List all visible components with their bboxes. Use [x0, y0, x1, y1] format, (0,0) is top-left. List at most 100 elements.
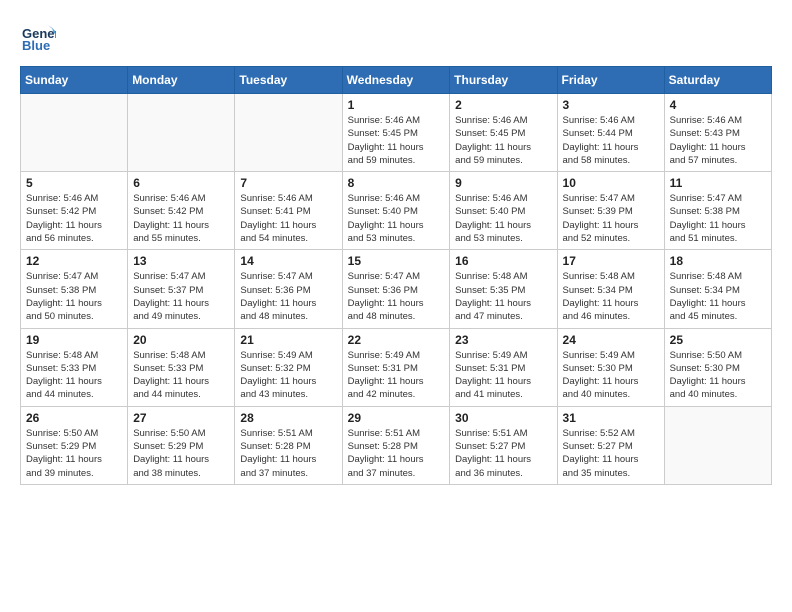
day-number: 28: [240, 411, 336, 425]
day-info: Sunrise: 5:46 AM Sunset: 5:43 PM Dayligh…: [670, 114, 766, 167]
weekday-header-monday: Monday: [128, 67, 235, 94]
calendar-week-row: 5 Sunrise: 5:46 AM Sunset: 5:42 PM Daylig…: [21, 172, 772, 250]
day-info: Sunrise: 5:46 AM Sunset: 5:41 PM Dayligh…: [240, 192, 336, 245]
weekday-header-tuesday: Tuesday: [235, 67, 342, 94]
weekday-header-saturday: Saturday: [664, 67, 771, 94]
day-number: 15: [348, 254, 445, 268]
calendar-cell: 2 Sunrise: 5:46 AM Sunset: 5:45 PM Daylig…: [450, 94, 557, 172]
calendar-cell: 5 Sunrise: 5:46 AM Sunset: 5:42 PM Daylig…: [21, 172, 128, 250]
day-number: 19: [26, 333, 122, 347]
calendar-cell: 23Sunrise: 5:49 AM Sunset: 5:31 PM Dayli…: [450, 328, 557, 406]
day-number: 31: [563, 411, 659, 425]
day-info: Sunrise: 5:51 AM Sunset: 5:27 PM Dayligh…: [455, 427, 551, 480]
day-number: 20: [133, 333, 229, 347]
day-info: Sunrise: 5:49 AM Sunset: 5:32 PM Dayligh…: [240, 349, 336, 402]
day-info: Sunrise: 5:46 AM Sunset: 5:40 PM Dayligh…: [348, 192, 445, 245]
weekday-header-friday: Friday: [557, 67, 664, 94]
calendar-cell: 19 Sunrise: 5:48 AM Sunset: 5:33 PM Dayli…: [21, 328, 128, 406]
logo: General Blue: [20, 20, 60, 56]
calendar-cell: 12 Sunrise: 5:47 AM Sunset: 5:38 PM Dayli…: [21, 250, 128, 328]
weekday-header-wednesday: Wednesday: [342, 67, 450, 94]
calendar-cell: 22 Sunrise: 5:49 AM Sunset: 5:31 PM Dayli…: [342, 328, 450, 406]
calendar-cell: 27 Sunrise: 5:50 AM Sunset: 5:29 PM Dayli…: [128, 406, 235, 484]
calendar-cell: [664, 406, 771, 484]
day-number: 6: [133, 176, 229, 190]
calendar-cell: 24 Sunrise: 5:49 AM Sunset: 5:30 PM Dayli…: [557, 328, 664, 406]
day-info: Sunrise: 5:47 AM Sunset: 5:38 PM Dayligh…: [670, 192, 766, 245]
weekday-header-row: SundayMondayTuesdayWednesdayThursdayFrid…: [21, 67, 772, 94]
calendar-week-row: 26 Sunrise: 5:50 AM Sunset: 5:29 PM Dayli…: [21, 406, 772, 484]
day-info: Sunrise: 5:48 AM Sunset: 5:34 PM Dayligh…: [670, 270, 766, 323]
day-number: 29: [348, 411, 445, 425]
day-info: Sunrise: 5:47 AM Sunset: 5:39 PM Dayligh…: [563, 192, 659, 245]
day-info: Sunrise: 5:48 AM Sunset: 5:33 PM Dayligh…: [133, 349, 229, 402]
day-number: 1: [348, 98, 445, 112]
calendar-cell: 16 Sunrise: 5:48 AM Sunset: 5:35 PM Dayli…: [450, 250, 557, 328]
calendar-cell: 14 Sunrise: 5:47 AM Sunset: 5:36 PM Dayli…: [235, 250, 342, 328]
day-number: 14: [240, 254, 336, 268]
logo-icon: General Blue: [20, 20, 56, 56]
calendar-cell: 26 Sunrise: 5:50 AM Sunset: 5:29 PM Dayli…: [21, 406, 128, 484]
calendar-cell: 8 Sunrise: 5:46 AM Sunset: 5:40 PM Daylig…: [342, 172, 450, 250]
day-info: Sunrise: 5:46 AM Sunset: 5:40 PM Dayligh…: [455, 192, 551, 245]
day-info: Sunrise: 5:49 AM Sunset: 5:31 PM Dayligh…: [348, 349, 445, 402]
weekday-header-sunday: Sunday: [21, 67, 128, 94]
calendar-cell: 9Sunrise: 5:46 AM Sunset: 5:40 PM Daylig…: [450, 172, 557, 250]
calendar-week-row: 1 Sunrise: 5:46 AM Sunset: 5:45 PM Daylig…: [21, 94, 772, 172]
day-number: 7: [240, 176, 336, 190]
day-number: 11: [670, 176, 766, 190]
day-number: 24: [563, 333, 659, 347]
day-info: Sunrise: 5:51 AM Sunset: 5:28 PM Dayligh…: [240, 427, 336, 480]
day-info: Sunrise: 5:47 AM Sunset: 5:38 PM Dayligh…: [26, 270, 122, 323]
calendar-cell: 1 Sunrise: 5:46 AM Sunset: 5:45 PM Daylig…: [342, 94, 450, 172]
day-number: 10: [563, 176, 659, 190]
day-number: 27: [133, 411, 229, 425]
calendar-cell: 18Sunrise: 5:48 AM Sunset: 5:34 PM Dayli…: [664, 250, 771, 328]
day-number: 2: [455, 98, 551, 112]
day-info: Sunrise: 5:47 AM Sunset: 5:37 PM Dayligh…: [133, 270, 229, 323]
calendar-cell: 21Sunrise: 5:49 AM Sunset: 5:32 PM Dayli…: [235, 328, 342, 406]
weekday-header-thursday: Thursday: [450, 67, 557, 94]
day-number: 8: [348, 176, 445, 190]
day-info: Sunrise: 5:46 AM Sunset: 5:42 PM Dayligh…: [26, 192, 122, 245]
day-info: Sunrise: 5:46 AM Sunset: 5:45 PM Dayligh…: [455, 114, 551, 167]
day-number: 12: [26, 254, 122, 268]
day-info: Sunrise: 5:46 AM Sunset: 5:42 PM Dayligh…: [133, 192, 229, 245]
calendar-table: SundayMondayTuesdayWednesdayThursdayFrid…: [20, 66, 772, 485]
calendar-cell: 13 Sunrise: 5:47 AM Sunset: 5:37 PM Dayli…: [128, 250, 235, 328]
day-number: 22: [348, 333, 445, 347]
day-info: Sunrise: 5:47 AM Sunset: 5:36 PM Dayligh…: [348, 270, 445, 323]
day-info: Sunrise: 5:49 AM Sunset: 5:30 PM Dayligh…: [563, 349, 659, 402]
day-number: 13: [133, 254, 229, 268]
calendar-cell: [128, 94, 235, 172]
day-info: Sunrise: 5:50 AM Sunset: 5:29 PM Dayligh…: [133, 427, 229, 480]
svg-text:Blue: Blue: [22, 38, 50, 53]
calendar-cell: 3Sunrise: 5:46 AM Sunset: 5:44 PM Daylig…: [557, 94, 664, 172]
calendar-cell: 10 Sunrise: 5:47 AM Sunset: 5:39 PM Dayli…: [557, 172, 664, 250]
calendar-cell: 6 Sunrise: 5:46 AM Sunset: 5:42 PM Daylig…: [128, 172, 235, 250]
day-info: Sunrise: 5:50 AM Sunset: 5:30 PM Dayligh…: [670, 349, 766, 402]
calendar-cell: [235, 94, 342, 172]
day-number: 25: [670, 333, 766, 347]
calendar-cell: 29Sunrise: 5:51 AM Sunset: 5:28 PM Dayli…: [342, 406, 450, 484]
day-info: Sunrise: 5:52 AM Sunset: 5:27 PM Dayligh…: [563, 427, 659, 480]
calendar-cell: 4Sunrise: 5:46 AM Sunset: 5:43 PM Daylig…: [664, 94, 771, 172]
calendar-cell: 17 Sunrise: 5:48 AM Sunset: 5:34 PM Dayli…: [557, 250, 664, 328]
calendar-cell: 20 Sunrise: 5:48 AM Sunset: 5:33 PM Dayli…: [128, 328, 235, 406]
day-info: Sunrise: 5:46 AM Sunset: 5:45 PM Dayligh…: [348, 114, 445, 167]
day-number: 16: [455, 254, 551, 268]
day-info: Sunrise: 5:47 AM Sunset: 5:36 PM Dayligh…: [240, 270, 336, 323]
day-number: 5: [26, 176, 122, 190]
day-info: Sunrise: 5:50 AM Sunset: 5:29 PM Dayligh…: [26, 427, 122, 480]
day-info: Sunrise: 5:48 AM Sunset: 5:34 PM Dayligh…: [563, 270, 659, 323]
day-number: 26: [26, 411, 122, 425]
day-info: Sunrise: 5:48 AM Sunset: 5:33 PM Dayligh…: [26, 349, 122, 402]
calendar-cell: 7 Sunrise: 5:46 AM Sunset: 5:41 PM Daylig…: [235, 172, 342, 250]
day-number: 30: [455, 411, 551, 425]
calendar-cell: [21, 94, 128, 172]
day-info: Sunrise: 5:49 AM Sunset: 5:31 PM Dayligh…: [455, 349, 551, 402]
day-info: Sunrise: 5:48 AM Sunset: 5:35 PM Dayligh…: [455, 270, 551, 323]
day-number: 3: [563, 98, 659, 112]
day-number: 17: [563, 254, 659, 268]
calendar-cell: 31 Sunrise: 5:52 AM Sunset: 5:27 PM Dayli…: [557, 406, 664, 484]
